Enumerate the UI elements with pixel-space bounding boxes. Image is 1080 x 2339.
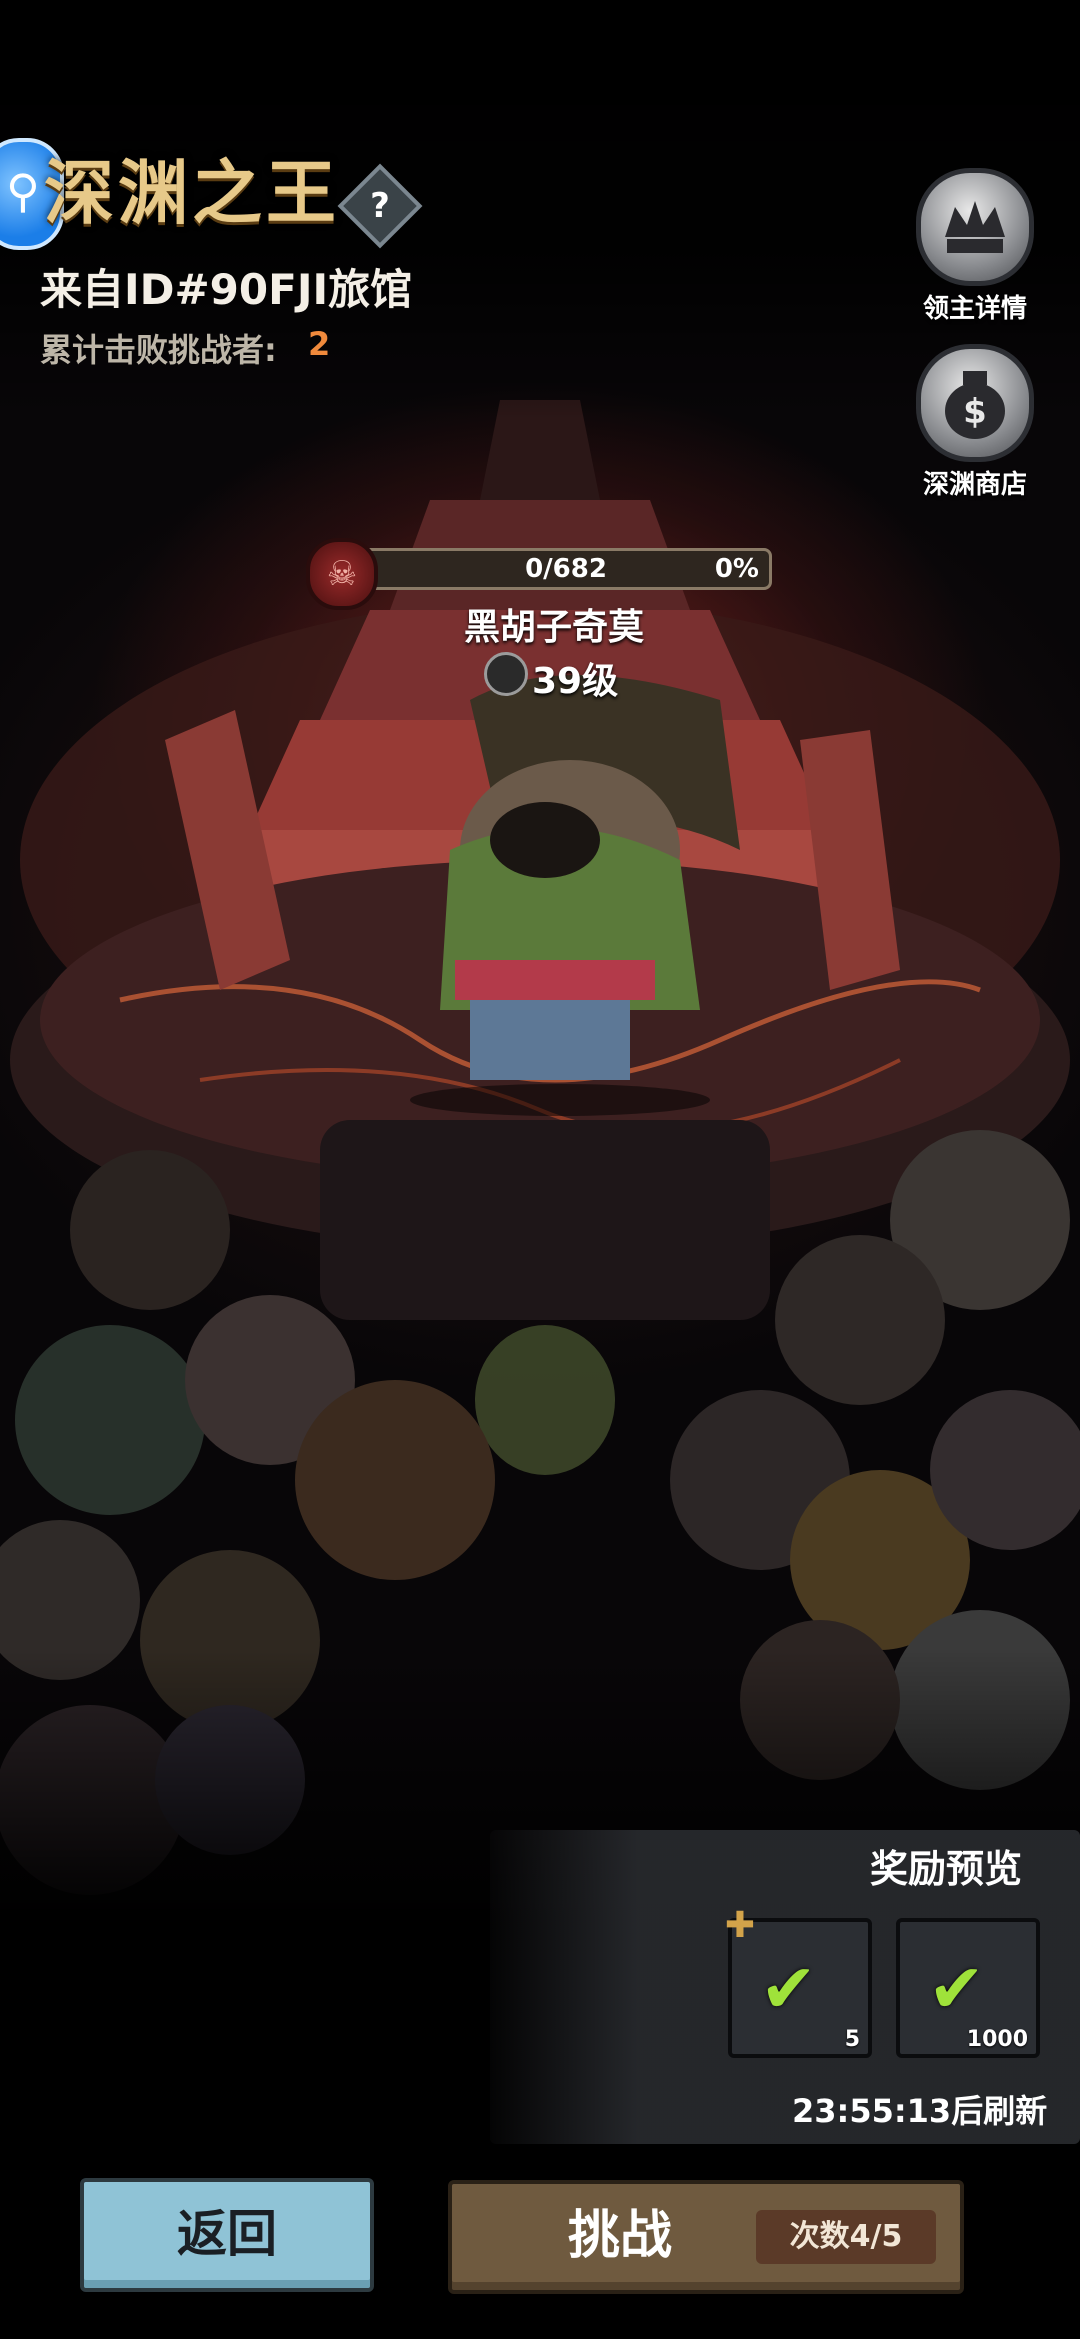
reward-preview-title: 奖励预览 — [870, 1847, 1023, 1891]
boss-hp-percent: 0% — [714, 554, 759, 584]
boss-hp-text: 0/682 — [525, 554, 607, 584]
lord-details-label: 领主详情 — [922, 294, 1027, 324]
boss-name: 黑胡子奇莫 — [463, 607, 644, 648]
lord-details-button[interactable]: 领主详情 — [900, 168, 1050, 325]
refresh-timer: 23:55:13后刷新 — [792, 2092, 1048, 2130]
boss-level: 39级 — [532, 661, 619, 702]
boss-skull-icon: ☠ — [306, 538, 378, 610]
puzzle-piece-icon: ✚ — [724, 1905, 756, 1946]
checkmark-icon: ✔ — [760, 1950, 817, 2029]
abyss-shop-label: 深渊商店 — [922, 470, 1027, 500]
level-crosshair-icon — [484, 652, 528, 696]
reward-item-currency[interactable]: ✔ 1000 — [896, 1918, 1040, 2058]
challenge-label: 挑战 — [568, 2206, 673, 2266]
challenge-button[interactable]: 挑战 次数4/5 — [448, 2180, 964, 2294]
boss-hp-bar: 0/682 0% — [360, 548, 772, 590]
reward-quantity: 1000 — [966, 2027, 1028, 2052]
abyss-shop-button[interactable]: $ 深渊商店 — [900, 344, 1050, 501]
checkmark-icon: ✔ — [928, 1950, 985, 2029]
defeated-challengers-label: 累计击败挑战者: — [40, 331, 277, 369]
svg-text:$: $ — [963, 392, 987, 432]
back-button[interactable]: 返回 — [80, 2178, 374, 2292]
attempts-count: 次数4/5 — [756, 2210, 936, 2264]
inn-origin-label: 来自ID#90FJI旅馆 — [40, 265, 413, 314]
defeated-challengers-count: 2 — [308, 325, 331, 363]
money-bag-icon: $ — [916, 344, 1034, 462]
question-icon: ? — [370, 186, 390, 226]
reward-quantity: 5 — [844, 2027, 860, 2052]
search-icon: ⚲ — [6, 164, 40, 218]
page-title: 深渊之王 — [44, 152, 340, 234]
demon-crown-icon — [916, 168, 1034, 286]
